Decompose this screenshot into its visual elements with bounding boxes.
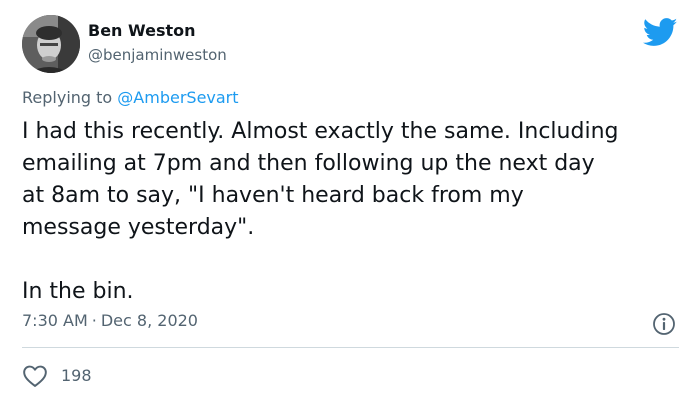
author-name[interactable]: Ben Weston [88,21,196,40]
tweet-time: 7:30 AM [22,311,88,330]
twitter-bird-icon[interactable] [643,18,678,47]
avatar-photo [22,15,80,73]
tweet-text: I had this recently. Almost exactly the … [22,116,687,308]
tweet-timestamp[interactable]: 7:30 AM · Dec 8, 2020 [22,311,198,330]
replying-to: Replying to @AmberSevart [22,88,239,107]
avatar[interactable] [22,15,80,73]
divider [22,347,679,348]
tweet-paragraph: In the bin. [22,279,134,304]
tweet-card: Ben Weston @benjaminweston Replying to @… [0,0,700,402]
like-count: 198 [61,366,92,385]
info-icon[interactable] [651,311,677,337]
author-handle[interactable]: @benjaminweston [88,46,227,64]
tweet-paragraph: I had this recently. Almost exactly the … [22,119,619,240]
tweet-date: Dec 8, 2020 [100,311,198,330]
replying-to-label: Replying to [22,88,118,107]
heart-icon[interactable] [22,364,48,388]
reply-handle-link[interactable]: @AmberSevart [117,88,238,107]
timestamp-separator: · [91,311,97,330]
